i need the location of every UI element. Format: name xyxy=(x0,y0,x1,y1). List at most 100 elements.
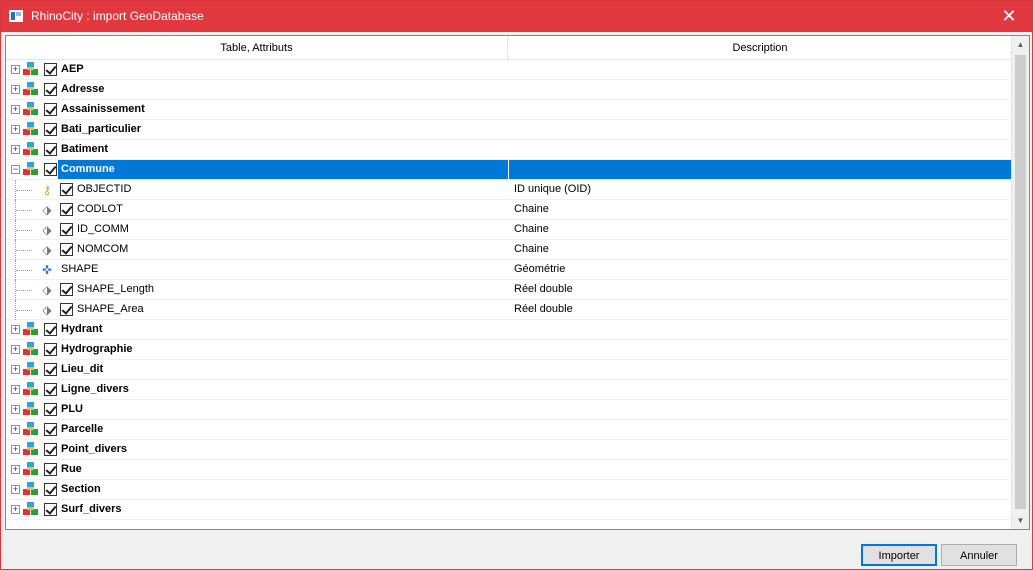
field-name: OBJECTID xyxy=(77,183,132,195)
table-checkbox[interactable] xyxy=(44,63,57,76)
field-row[interactable]: ⬗ ID_COMM Chaine xyxy=(6,220,1011,240)
table-row[interactable]: + Batiment xyxy=(6,140,1011,160)
expand-icon[interactable]: + xyxy=(11,145,20,154)
window-title: RhinoCity : import GeoDatabase xyxy=(31,9,204,23)
field-checkbox[interactable] xyxy=(60,223,73,236)
title-bar: RhinoCity : import GeoDatabase ✕ xyxy=(1,1,1032,32)
column-header-description[interactable]: Description xyxy=(509,36,1011,60)
field-checkbox[interactable] xyxy=(60,283,73,296)
description-cell xyxy=(509,160,1011,179)
table-row[interactable]: + Parcelle xyxy=(6,420,1011,440)
field-name: CODLOT xyxy=(77,203,123,215)
field-row[interactable]: ⬗ NOMCOM Chaine xyxy=(6,240,1011,260)
table-checkbox[interactable] xyxy=(44,163,57,176)
description-cell xyxy=(509,320,1011,339)
table-row[interactable]: + Surf_divers xyxy=(6,500,1011,520)
vertical-scrollbar[interactable]: ▲ ▼ xyxy=(1011,36,1029,529)
table-icon xyxy=(23,382,40,398)
table-row[interactable]: + Section xyxy=(6,480,1011,500)
collapse-icon[interactable]: − xyxy=(11,165,20,174)
table-row[interactable]: + Assainissement xyxy=(6,100,1011,120)
table-name: Lieu_dit xyxy=(61,363,104,375)
table-row[interactable]: + Ligne_divers xyxy=(6,380,1011,400)
name-cell: + Batiment xyxy=(6,140,508,159)
description-cell: Réel double xyxy=(514,303,573,315)
field-checkbox[interactable] xyxy=(60,183,73,196)
table-checkbox[interactable] xyxy=(44,363,57,376)
attribute-tree[interactable]: Table, Attributs Description + AEP + Adress… xyxy=(5,35,1030,530)
description-cell: Chaine xyxy=(514,243,549,255)
table-checkbox[interactable] xyxy=(44,343,57,356)
tag-icon: ⬗ xyxy=(42,243,52,257)
scroll-thumb[interactable] xyxy=(1015,55,1026,509)
table-checkbox[interactable] xyxy=(44,403,57,416)
table-row[interactable]: + Lieu_dit xyxy=(6,360,1011,380)
expand-icon[interactable]: + xyxy=(11,425,20,434)
table-checkbox[interactable] xyxy=(44,123,57,136)
expand-icon[interactable]: + xyxy=(11,505,20,514)
field-checkbox[interactable] xyxy=(60,303,73,316)
import-button[interactable]: Importer xyxy=(861,544,937,566)
table-row[interactable]: + Point_divers xyxy=(6,440,1011,460)
name-cell: + Parcelle xyxy=(6,420,508,439)
expand-icon[interactable]: + xyxy=(11,485,20,494)
name-cell: + Bati_particulier xyxy=(6,120,508,139)
table-icon xyxy=(23,102,40,118)
expand-icon[interactable]: + xyxy=(11,85,20,94)
description-cell xyxy=(509,460,1011,479)
field-row[interactable]: ⬗ SHAPE_Length Réel double xyxy=(6,280,1011,300)
field-row[interactable]: ✜ SHAPE Géométrie xyxy=(6,260,1011,280)
expand-icon[interactable]: + xyxy=(11,465,20,474)
tree-rows: + AEP + Adresse + Assainissement + Bati_particu… xyxy=(6,60,1011,520)
column-header-table[interactable]: Table, Attributs xyxy=(6,36,508,60)
table-checkbox[interactable] xyxy=(44,383,57,396)
description-cell xyxy=(509,340,1011,359)
field-checkbox[interactable] xyxy=(60,203,73,216)
table-checkbox[interactable] xyxy=(44,83,57,96)
description-cell: Chaine xyxy=(514,223,549,235)
table-icon xyxy=(23,82,40,98)
table-checkbox[interactable] xyxy=(44,443,57,456)
expand-icon[interactable]: + xyxy=(11,65,20,74)
table-checkbox[interactable] xyxy=(44,103,57,116)
expand-icon[interactable]: + xyxy=(11,365,20,374)
description-cell xyxy=(509,140,1011,159)
field-row[interactable]: ⬗ CODLOT Chaine xyxy=(6,200,1011,220)
shape-icon: ✜ xyxy=(41,263,53,277)
table-checkbox[interactable] xyxy=(44,463,57,476)
cancel-button[interactable]: Annuler xyxy=(941,544,1017,566)
table-checkbox[interactable] xyxy=(44,503,57,516)
expand-icon[interactable]: + xyxy=(11,345,20,354)
tree-line xyxy=(16,190,32,191)
table-row[interactable]: + Hydrographie xyxy=(6,340,1011,360)
expand-icon[interactable]: + xyxy=(11,125,20,134)
table-icon xyxy=(23,142,40,158)
expand-icon[interactable]: + xyxy=(11,385,20,394)
field-name: SHAPE_Area xyxy=(77,303,144,315)
table-row[interactable]: + Bati_particulier xyxy=(6,120,1011,140)
field-row[interactable]: ⬗ SHAPE_Area Réel double xyxy=(6,300,1011,320)
table-row[interactable]: + Rue xyxy=(6,460,1011,480)
name-cell: + PLU xyxy=(6,400,508,419)
scroll-down-icon[interactable]: ▼ xyxy=(1012,512,1029,529)
field-checkbox[interactable] xyxy=(60,243,73,256)
expand-icon[interactable]: + xyxy=(11,445,20,454)
expand-icon[interactable]: + xyxy=(11,105,20,114)
table-name: Bati_particulier xyxy=(61,123,142,135)
table-checkbox[interactable] xyxy=(44,483,57,496)
table-checkbox[interactable] xyxy=(44,423,57,436)
table-row[interactable]: + Adresse xyxy=(6,80,1011,100)
close-button[interactable]: ✕ xyxy=(986,1,1032,32)
table-row[interactable]: + AEP xyxy=(6,60,1011,80)
table-checkbox[interactable] xyxy=(44,323,57,336)
field-row[interactable]: ⚷ OBJECTID ID unique (OID) xyxy=(6,180,1011,200)
table-row[interactable]: − Commune xyxy=(6,160,1011,180)
name-cell: ⬗ ID_COMM xyxy=(6,220,508,240)
table-row[interactable]: + Hydrant xyxy=(6,320,1011,340)
table-row[interactable]: + PLU xyxy=(6,400,1011,420)
scroll-up-icon[interactable]: ▲ xyxy=(1012,36,1029,53)
expand-icon[interactable]: + xyxy=(11,325,20,334)
name-cell: ⚷ OBJECTID xyxy=(6,180,508,200)
table-checkbox[interactable] xyxy=(44,143,57,156)
expand-icon[interactable]: + xyxy=(11,405,20,414)
